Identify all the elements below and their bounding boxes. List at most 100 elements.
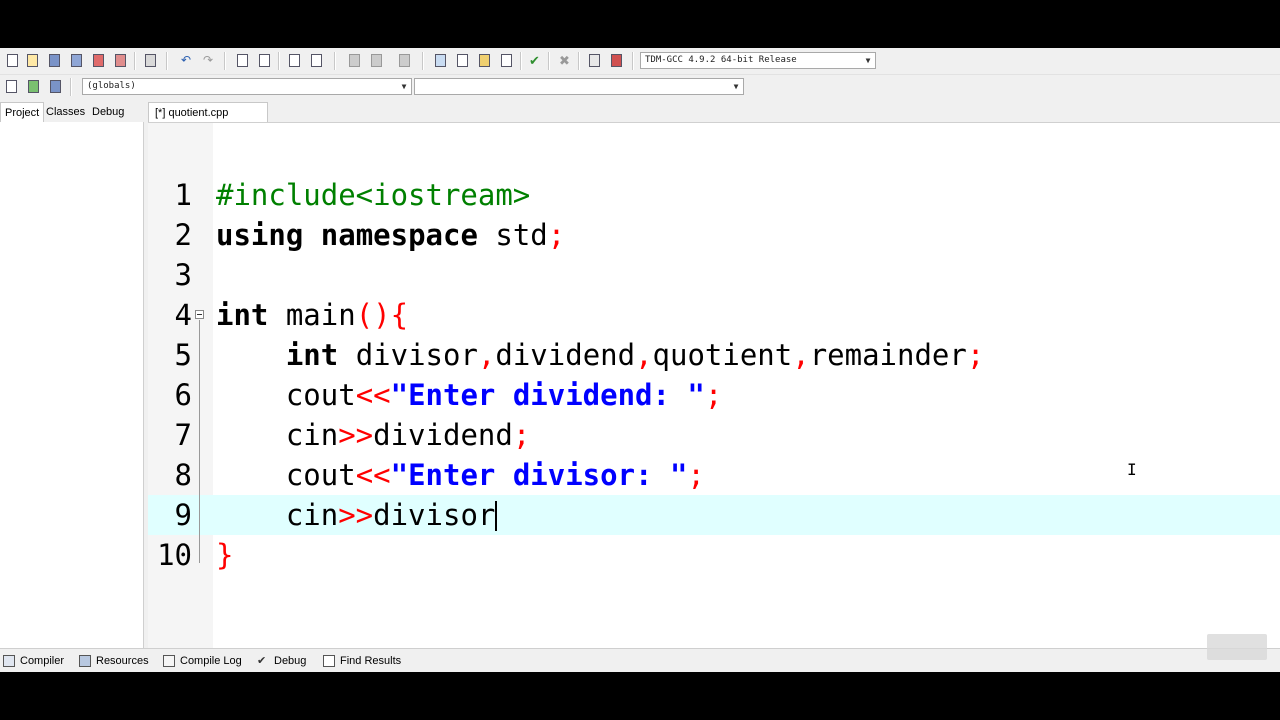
compile-log-chart-icon bbox=[163, 655, 175, 667]
close-file-icon[interactable] bbox=[90, 52, 108, 70]
code-line[interactable]: 5 int divisor,dividend,quotient,remainde… bbox=[148, 335, 1280, 375]
tab-classes[interactable]: Classes bbox=[42, 102, 89, 122]
toggle-bookmark-icon[interactable] bbox=[346, 52, 364, 70]
code-token: remainder bbox=[809, 338, 967, 372]
tab-debug[interactable]: Debug bbox=[88, 102, 128, 122]
toolbar-separator bbox=[224, 52, 226, 70]
code-line[interactable]: 9 cin>>divisor bbox=[148, 495, 1280, 535]
code-token: "Enter divisor: " bbox=[390, 458, 688, 492]
toolbar-separator bbox=[422, 52, 424, 70]
code-text: cin>>divisor bbox=[216, 495, 498, 535]
code-token: ; bbox=[512, 418, 531, 452]
code-line[interactable]: 3 bbox=[148, 255, 1280, 295]
code-token: >> bbox=[338, 418, 374, 452]
fold-toggle-icon[interactable] bbox=[195, 310, 204, 319]
line-number: 5 bbox=[174, 338, 192, 372]
close-all-icon[interactable] bbox=[112, 52, 130, 70]
code-line[interactable]: 6 cout<<"Enter dividend: "; bbox=[148, 375, 1280, 415]
tab-find-results[interactable]: Find Results bbox=[320, 652, 401, 670]
save-all-icon[interactable] bbox=[68, 52, 86, 70]
text-caret bbox=[495, 501, 498, 531]
tab-debug-output[interactable]: ✔ Debug bbox=[254, 652, 306, 670]
delete-profile-icon[interactable] bbox=[608, 52, 626, 70]
unindent-icon[interactable] bbox=[308, 52, 326, 70]
chevron-down-icon: ▼ bbox=[401, 82, 407, 91]
find-icon[interactable] bbox=[234, 52, 252, 70]
code-token: ; bbox=[687, 458, 705, 492]
text-cursor-icon: I bbox=[1127, 460, 1137, 479]
check-syntax-icon[interactable]: ✔ bbox=[526, 52, 544, 70]
code-line[interactable]: 10} bbox=[148, 535, 1280, 575]
code-token: ; bbox=[704, 378, 723, 412]
toolbar-separator bbox=[520, 52, 522, 70]
indent-icon[interactable] bbox=[286, 52, 304, 70]
tab-resources[interactable]: Resources bbox=[76, 652, 149, 670]
code-line[interactable]: 7 cin>>dividend; bbox=[148, 415, 1280, 455]
toolbar-separator bbox=[632, 52, 634, 70]
insert-icon[interactable] bbox=[3, 78, 21, 96]
code-line[interactable]: 4 int main(){ bbox=[148, 295, 1280, 335]
toolbar-separator bbox=[578, 52, 580, 70]
scope-select-value: (globals) bbox=[87, 81, 136, 91]
line-number: 10 bbox=[157, 538, 192, 572]
toolbar-separator bbox=[548, 52, 550, 70]
code-token: (){ bbox=[355, 298, 409, 332]
code-token: cout bbox=[216, 378, 356, 412]
goto-icon[interactable] bbox=[25, 78, 43, 96]
code-token: int bbox=[285, 338, 339, 372]
chevron-down-icon: ▼ bbox=[733, 82, 739, 91]
code-text: #include<iostream> bbox=[216, 175, 530, 215]
code-token: << bbox=[355, 378, 391, 412]
tab-compiler[interactable]: Compiler bbox=[0, 652, 64, 670]
code-token: ; bbox=[966, 338, 985, 372]
tab-resources-label: Resources bbox=[96, 655, 149, 667]
goto-line-icon[interactable] bbox=[396, 52, 414, 70]
compiler-select[interactable]: TDM-GCC 4.9.2 64-bit Release ▼ bbox=[640, 52, 876, 69]
code-text: cout<<"Enter dividend: "; bbox=[216, 375, 723, 415]
full-screen-icon[interactable] bbox=[454, 52, 472, 70]
project-options-icon[interactable] bbox=[476, 52, 494, 70]
code-token: , bbox=[635, 338, 653, 372]
save-icon[interactable] bbox=[46, 52, 64, 70]
tab-compile-log[interactable]: Compile Log bbox=[160, 652, 242, 670]
code-token: #include<iostream> bbox=[216, 178, 531, 212]
bookmark-list-icon[interactable] bbox=[47, 78, 65, 96]
new-project-icon[interactable] bbox=[432, 52, 450, 70]
new-file-icon[interactable] bbox=[4, 52, 22, 70]
code-text: int divisor,dividend,quotient,remainder; bbox=[216, 335, 984, 375]
undo-icon[interactable]: ↶ bbox=[178, 52, 196, 70]
code-token: quotient bbox=[652, 338, 793, 372]
output-tab-bar: Compiler Resources Compile Log ✔ Debug F… bbox=[0, 648, 1280, 672]
code-text: } bbox=[216, 535, 233, 575]
toolbar-separator bbox=[334, 52, 336, 70]
fold-guide-line bbox=[199, 320, 200, 563]
code-token: cin bbox=[216, 498, 339, 532]
function-select[interactable]: ▼ bbox=[414, 78, 744, 95]
code-token: } bbox=[216, 538, 234, 572]
tab-find-results-label: Find Results bbox=[340, 655, 402, 667]
code-token: "Enter dividend: " bbox=[390, 378, 705, 412]
code-line[interactable]: 2 using namespace std; bbox=[148, 215, 1280, 255]
code-token: >> bbox=[338, 498, 374, 532]
profile-chart-icon[interactable] bbox=[586, 52, 604, 70]
stop-execution-icon[interactable]: ✖ bbox=[556, 52, 574, 70]
replace-icon[interactable] bbox=[256, 52, 274, 70]
print-icon[interactable] bbox=[142, 52, 160, 70]
code-line[interactable]: 1 #include<iostream> bbox=[148, 175, 1280, 215]
code-editor[interactable]: 1 #include<iostream> 2 using namespace std;… bbox=[148, 122, 1280, 649]
video-pause-overlay-icon bbox=[1207, 634, 1267, 660]
goto-bookmark-icon[interactable] bbox=[368, 52, 386, 70]
code-token: divisor bbox=[338, 338, 478, 372]
code-line[interactable]: 8 cout<<"Enter divisor: "; bbox=[148, 455, 1280, 495]
code-token: std bbox=[477, 218, 548, 252]
scope-select[interactable]: (globals) ▼ bbox=[82, 78, 412, 95]
tab-project[interactable]: Project bbox=[0, 102, 45, 122]
file-tab-quotient[interactable]: [*] quotient.cpp bbox=[148, 102, 268, 122]
code-token: int bbox=[216, 298, 269, 332]
open-file-icon[interactable] bbox=[24, 52, 42, 70]
code-token: , bbox=[792, 338, 810, 372]
class-browser-icon[interactable] bbox=[498, 52, 516, 70]
redo-icon[interactable]: ↷ bbox=[200, 52, 218, 70]
tab-compiler-label: Compiler bbox=[20, 655, 65, 667]
